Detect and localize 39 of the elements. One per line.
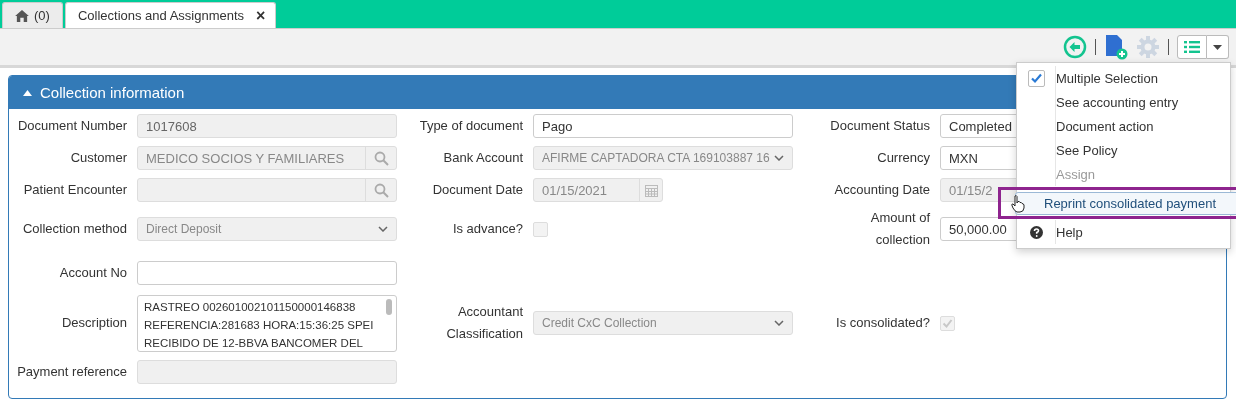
tab[interactable]: Collections and Assignments × bbox=[64, 2, 277, 28]
home-icon bbox=[15, 9, 29, 22]
field-label: Accountant Classification bbox=[445, 303, 523, 343]
new-document-icon[interactable] bbox=[1104, 34, 1128, 60]
collapse-icon[interactable] bbox=[23, 89, 32, 96]
chevron-icon bbox=[774, 320, 784, 326]
text-field[interactable]: Pago bbox=[533, 114, 793, 138]
field-label: Bank Account bbox=[442, 149, 523, 167]
tab[interactable]: (0) bbox=[2, 2, 63, 28]
field-label: Account No bbox=[58, 264, 127, 282]
field-label: Accounting Date bbox=[833, 181, 930, 199]
field-label: Is advance? bbox=[451, 220, 523, 238]
back-icon[interactable] bbox=[1063, 35, 1087, 59]
field-label: Description bbox=[60, 314, 127, 332]
checkbox[interactable] bbox=[1027, 69, 1045, 87]
caret-icon bbox=[1213, 44, 1222, 50]
close-icon[interactable]: × bbox=[256, 6, 266, 25]
field-label: Amount of collection bbox=[869, 209, 930, 249]
field-label: Document Status bbox=[829, 117, 930, 135]
field-label: Customer bbox=[69, 149, 127, 167]
field-label: Is consolidated? bbox=[835, 314, 930, 332]
text-field[interactable] bbox=[137, 261, 397, 285]
help-icon bbox=[1029, 225, 1043, 239]
dropdown-button[interactable] bbox=[1207, 35, 1229, 59]
chevron-icon bbox=[774, 155, 784, 161]
menu-item[interactable]: See Policy bbox=[1017, 138, 1230, 162]
field-label: Type of document bbox=[418, 117, 523, 135]
field-label: Document Date bbox=[431, 181, 523, 199]
section-title: Collection information bbox=[40, 84, 185, 101]
list-icon bbox=[1184, 41, 1200, 53]
field-label: Collection method bbox=[21, 220, 127, 238]
hand-cursor-icon bbox=[1011, 195, 1025, 213]
menu-item[interactable]: Document action bbox=[1017, 114, 1230, 138]
description-field[interactable]: RASTREO 002601002101150000146838 REFERENCIA:281683 HORA:15:36:25 SPEI RECIBIDO DE 12-BBVA BANCOMER DEL bbox=[137, 294, 397, 352]
field-label: Document Number bbox=[16, 117, 127, 135]
field-label: Payment reference bbox=[16, 363, 127, 381]
chevron-icon bbox=[378, 226, 388, 232]
field-label: Currency bbox=[876, 149, 930, 167]
field-label: Patient Encounter bbox=[22, 181, 127, 199]
